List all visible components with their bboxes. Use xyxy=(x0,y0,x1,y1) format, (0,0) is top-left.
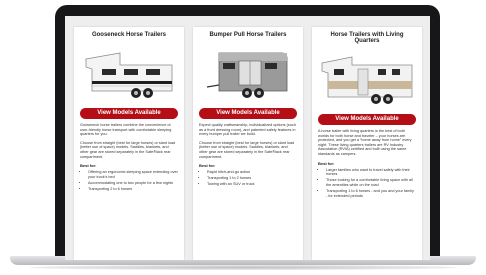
view-models-button[interactable]: View Models Available xyxy=(199,108,297,119)
list-item: Towing with an SUV or truck xyxy=(207,182,297,187)
best-for-label: Best for: xyxy=(318,160,335,166)
living-quarters-trailer-image[interactable] xyxy=(318,48,416,111)
laptop-screen: Gooseneck Horse Trailers View Models Ava… xyxy=(65,16,430,260)
list-item: Transporting 2 to 6 horses xyxy=(88,187,178,192)
list-item: Rapid hitch-and-go action xyxy=(207,170,297,175)
laptop-mockup: Gooseneck Horse Trailers View Models Ava… xyxy=(0,0,486,275)
bumper-pull-trailer-image[interactable] xyxy=(199,42,297,105)
card-paragraph: Gooseneck horse trailers combine the con… xyxy=(80,123,172,137)
view-models-button[interactable]: View Models Available xyxy=(318,114,416,125)
gooseneck-trailer-image[interactable] xyxy=(80,42,178,105)
card-paragraph: Expect quality craftsmanship, individual… xyxy=(199,123,296,137)
gooseneck-card: Gooseneck Horse Trailers View Models Ava… xyxy=(74,27,184,260)
best-for-label: Best for: xyxy=(199,163,216,169)
list-item: Accommodating one to two people for a fe… xyxy=(88,181,178,186)
list-item: Transporting 1 to 6 horses - and you and… xyxy=(326,189,416,198)
laptop-shadow xyxy=(30,265,456,270)
best-for-list: Larger families who want to travel safel… xyxy=(318,168,416,199)
list-item: Offering an ergonomic sleeping space ext… xyxy=(88,170,178,179)
card-title[interactable]: Gooseneck Horse Trailers xyxy=(80,32,178,38)
view-models-button[interactable]: View Models Available xyxy=(80,108,178,119)
best-for-list: Rapid hitch-and-go action Transporting 1… xyxy=(199,170,297,187)
card-paragraph: A horse trailer with living quarters is … xyxy=(318,129,412,156)
card-paragraph: Choose from straight (best for large hor… xyxy=(199,140,295,159)
bumper-pull-card: Bumper Pull Horse Trailers View Models A… xyxy=(193,27,303,260)
list-item: Larger families who want to travel safel… xyxy=(326,168,416,177)
card-paragraph: Choose from straight (best for large hor… xyxy=(80,140,176,159)
card-title[interactable]: Bumper Pull Horse Trailers xyxy=(199,32,297,38)
best-for-list: Offering an ergonomic sleeping space ext… xyxy=(80,170,178,191)
list-item: Those looking for a comfortable living s… xyxy=(326,178,416,187)
card-title[interactable]: Horse Trailers with Living Quarters xyxy=(318,32,416,44)
best-for-label: Best for: xyxy=(80,163,97,169)
list-item: Transporting 1 to 2 horses xyxy=(207,176,297,181)
living-quarters-card: Horse Trailers with Living Quarters View… xyxy=(312,27,422,260)
